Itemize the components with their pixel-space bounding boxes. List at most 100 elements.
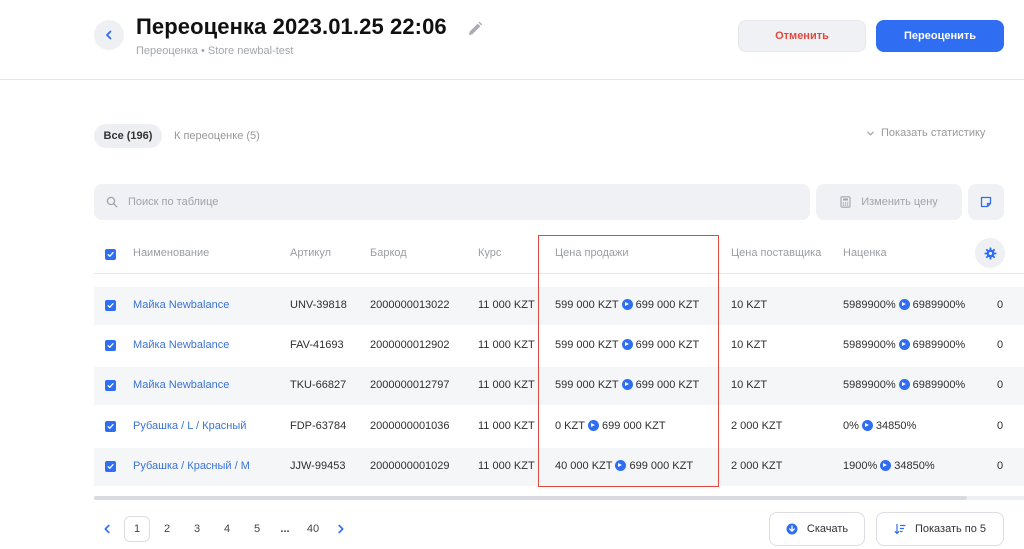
new-price: 699 000 KZT (635, 299, 700, 311)
supplier-price-cell: 10 KZT (731, 299, 768, 311)
page-title: Переоценка 2023.01.25 22:06 (136, 14, 447, 39)
page-button-1[interactable]: 1 (124, 516, 150, 542)
rate-cell: 11 000 KZT (478, 299, 535, 311)
sale-price-cell: 0 KZT 699 000 KZT (555, 420, 666, 432)
page-header: Переоценка 2023.01.25 22:06 Переоценка •… (0, 0, 1024, 80)
chevron-right-icon (338, 524, 344, 534)
product-name-link[interactable]: Майка Newbalance (133, 299, 229, 311)
product-name-link[interactable]: Рубашка / Красный / M (133, 460, 250, 472)
page-button-3[interactable]: 3 (184, 516, 210, 542)
row-checkbox[interactable] (105, 340, 116, 351)
new-markup: 34850% (894, 460, 935, 472)
scrollbar-thumb[interactable] (94, 496, 967, 500)
old-price: 599 000 KZT (555, 339, 619, 351)
download-icon (786, 523, 798, 535)
search-input[interactable] (128, 196, 728, 208)
tab-to-revalue[interactable]: К переоценке (5) (174, 124, 260, 148)
new-markup: 6989900% (912, 339, 966, 351)
old-price: 599 000 KZT (555, 299, 619, 311)
cancel-button[interactable]: Отменить (738, 20, 866, 52)
revalue-button[interactable]: Переоценить (876, 20, 1004, 52)
barcode-cell: 2000000001029 (370, 460, 450, 472)
back-button[interactable] (94, 20, 124, 50)
markup-cell: 5989900% 6989900% (843, 339, 965, 351)
pencil-icon[interactable] (466, 20, 484, 38)
show-statistics-toggle[interactable]: Показать статистику (866, 124, 985, 142)
arrow-right-icon (621, 339, 633, 350)
product-name-link[interactable]: Майка Newbalance (133, 339, 229, 351)
extra-cell: 0 (997, 299, 1004, 311)
column-header-barcode[interactable]: Баркод (370, 247, 407, 259)
page-button-5[interactable]: 5 (244, 516, 270, 542)
chevron-down-icon (867, 131, 874, 136)
rate-cell: 11 000 KZT (478, 339, 535, 351)
arrow-right-icon (621, 299, 633, 310)
chevron-left-icon (106, 30, 112, 40)
prev-page-button[interactable] (94, 516, 120, 542)
column-header-supplier-price[interactable]: Цена поставщика (731, 247, 821, 259)
page-button-40[interactable]: 40 (300, 516, 326, 542)
change-price-button[interactable]: Изменить цену (816, 184, 962, 220)
rate-cell: 11 000 KZT (478, 420, 535, 432)
extra-cell: 0 (997, 339, 1004, 351)
rate-cell: 11 000 KZT (478, 379, 535, 391)
rate-cell: 11 000 KZT (478, 460, 535, 472)
table-row[interactable]: Майка Newbalance FAV-41693 2000000012902… (94, 327, 1024, 365)
page-ellipsis: ... (280, 523, 290, 535)
calculator-icon (840, 196, 851, 208)
horizontal-scrollbar[interactable] (94, 496, 1024, 500)
column-header-rate[interactable]: Курс (478, 247, 501, 259)
table-row[interactable]: Майка Newbalance UNV-39818 2000000013022… (94, 287, 1024, 325)
sort-icon (894, 523, 906, 535)
page-button-4[interactable]: 4 (214, 516, 240, 542)
next-page-button[interactable] (328, 516, 354, 542)
page-size-button[interactable]: Показать по 5 (876, 512, 1004, 546)
row-checkbox[interactable] (105, 380, 116, 391)
tab-all[interactable]: Все (196) (94, 124, 162, 148)
arrow-right-icon (880, 460, 892, 471)
select-all-checkbox[interactable] (105, 249, 116, 260)
row-checkbox[interactable] (105, 300, 116, 311)
table-row[interactable]: Рубашка / L / Красный FDP-63784 20000000… (94, 408, 1024, 446)
check-icon (107, 252, 114, 257)
page-button-2[interactable]: 2 (154, 516, 180, 542)
markup-cell: 5989900% 6989900% (843, 299, 965, 311)
extra-cell: 0 (997, 420, 1004, 432)
column-header-name[interactable]: Наименование (133, 247, 209, 259)
product-name-link[interactable]: Рубашка / L / Красный (133, 420, 246, 432)
table-row[interactable]: Майка Newbalance TKU-66827 2000000012797… (94, 367, 1024, 405)
old-markup: 1900% (843, 460, 878, 472)
row-checkbox[interactable] (105, 421, 116, 432)
revaluation-table: Наименование Артикул Баркод Курс Цена пр… (94, 236, 1024, 500)
old-markup: 5989900% (843, 379, 896, 391)
column-header-sale-price[interactable]: Цена продажи (555, 247, 629, 259)
new-price: 699 000 KZT (601, 420, 666, 432)
old-price: 40 000 KZT (555, 460, 613, 472)
arrow-right-icon (621, 379, 633, 390)
row-checkbox[interactable] (105, 461, 116, 472)
note-button[interactable] (968, 184, 1004, 220)
arrow-right-icon (898, 299, 910, 310)
barcode-cell: 2000000012902 (370, 339, 450, 351)
column-header-article[interactable]: Артикул (290, 247, 331, 259)
old-markup: 5989900% (843, 299, 896, 311)
column-settings-button[interactable] (975, 238, 1005, 268)
arrow-right-icon (615, 460, 627, 471)
article-cell: FAV-41693 (290, 339, 344, 351)
extra-cell: 0 (997, 379, 1004, 391)
arrow-right-icon (898, 379, 910, 390)
column-header-markup[interactable]: Наценка (843, 247, 887, 259)
check-icon (107, 424, 114, 429)
old-markup: 5989900% (843, 339, 896, 351)
arrow-right-icon (861, 420, 873, 431)
new-price: 699 000 KZT (635, 339, 700, 351)
table-row[interactable]: Рубашка / Красный / M JJW-99453 20000000… (94, 448, 1024, 486)
product-name-link[interactable]: Майка Newbalance (133, 379, 229, 391)
breadcrumb: Переоценка • Store newbal-test (136, 45, 294, 57)
article-cell: UNV-39818 (290, 299, 347, 311)
download-label: Скачать (806, 523, 849, 535)
search-icon (106, 196, 118, 208)
download-button[interactable]: Скачать (769, 512, 865, 546)
markup-cell: 5989900% 6989900% (843, 379, 965, 391)
barcode-cell: 2000000013022 (370, 299, 450, 311)
